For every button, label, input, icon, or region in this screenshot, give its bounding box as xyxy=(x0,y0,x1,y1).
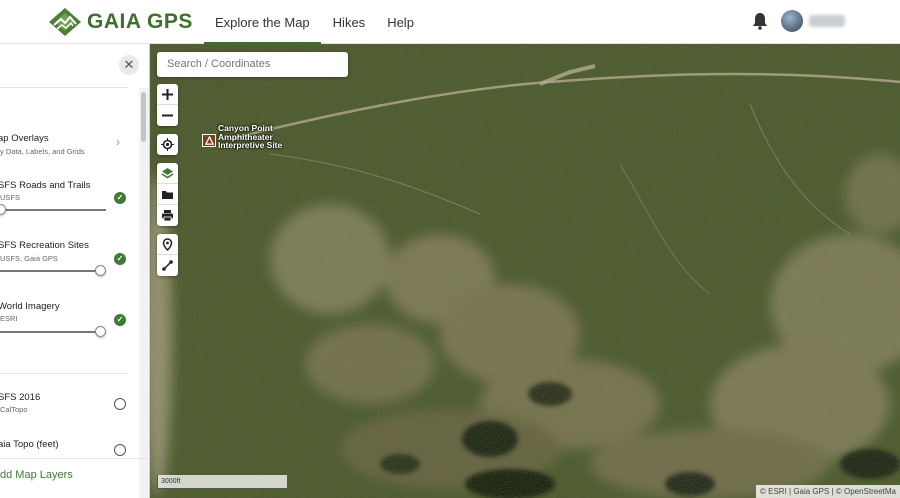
layer-usfs-2016[interactable]: SFS 2016 CalTopo xyxy=(0,392,130,418)
opacity-slider-knob[interactable] xyxy=(0,204,6,215)
mountain-logo-icon xyxy=(49,8,81,36)
close-icon[interactable]: ✕ xyxy=(119,55,139,75)
opacity-slider[interactable] xyxy=(0,209,106,211)
layer-name: aia Topo (feet) xyxy=(0,439,59,450)
chevron-right-icon: › xyxy=(116,135,120,149)
username-blurred[interactable] xyxy=(809,15,845,27)
sidebar-scrollbar-thumb[interactable] xyxy=(141,92,146,142)
nav-hikes[interactable]: Hikes xyxy=(322,0,377,44)
radio-button[interactable] xyxy=(114,398,126,410)
route-icon[interactable] xyxy=(157,255,178,276)
campsite-icon xyxy=(202,134,216,147)
overlays-label: ap Overlays xyxy=(0,133,49,144)
layer-name: SFS Roads and Trails xyxy=(0,180,91,191)
map-tools xyxy=(157,163,178,226)
check-icon[interactable]: ✓ xyxy=(114,192,126,204)
waypoint-icon[interactable] xyxy=(157,234,178,255)
locate-icon[interactable] xyxy=(157,134,178,155)
layers-icon[interactable] xyxy=(157,163,178,184)
zoom-controls xyxy=(157,84,178,126)
layer-source: USFS xyxy=(0,193,21,202)
layer-source: ESRI xyxy=(0,314,18,323)
divider xyxy=(0,373,128,374)
map-view[interactable]: Canyon Point Amphitheater Interpretive S… xyxy=(150,44,900,498)
scale-bar: 3000ft xyxy=(157,475,288,489)
divider xyxy=(0,87,128,88)
locate-control xyxy=(157,134,178,155)
radio-button[interactable] xyxy=(114,444,126,456)
create-tools xyxy=(157,234,178,276)
search-input[interactable] xyxy=(157,52,348,77)
divider xyxy=(0,458,149,459)
overlays-sub: y Data, Labels, and Grids xyxy=(0,147,85,156)
nav-help[interactable]: Help xyxy=(376,0,425,44)
layer-world-imagery[interactable]: World Imagery ESRI ✓ xyxy=(0,301,130,341)
bell-icon[interactable] xyxy=(752,12,768,30)
layer-usfs-recreation[interactable]: SFS Recreation Sites USFS, Gaia GPS ✓ xyxy=(0,240,130,280)
map-attribution[interactable]: © ESRI | Gaia GPS | © OpenStreetMa xyxy=(756,485,900,498)
top-header: GAIA GPS Explore the Map Hikes Help xyxy=(0,0,900,45)
opacity-slider[interactable] xyxy=(0,270,106,272)
opacity-slider-knob[interactable] xyxy=(95,326,106,337)
layer-usfs-roads[interactable]: SFS Roads and Trails USFS ✓ xyxy=(0,179,130,219)
layer-name: SFS Recreation Sites xyxy=(0,240,89,251)
check-icon[interactable]: ✓ xyxy=(114,314,126,326)
opacity-slider-knob[interactable] xyxy=(95,265,106,276)
user-avatar[interactable] xyxy=(781,10,803,32)
satellite-imagery[interactable] xyxy=(150,44,900,498)
layers-sidebar: rs ✕ ap Overlays y Data, Labels, and Gri… xyxy=(0,44,150,498)
main-nav: Explore the Map Hikes Help xyxy=(204,0,425,45)
print-icon[interactable] xyxy=(157,205,178,226)
folder-icon[interactable] xyxy=(157,184,178,205)
poi-label: Canyon Point Amphitheater Interpretive S… xyxy=(218,123,283,150)
opacity-slider[interactable] xyxy=(0,331,106,333)
zoom-in-icon[interactable] xyxy=(157,84,178,105)
sidebar-scrollbar[interactable] xyxy=(139,88,149,498)
layer-name: SFS 2016 xyxy=(0,392,41,403)
gaia-logo[interactable]: GAIA GPS xyxy=(48,7,193,37)
nav-explore-map[interactable]: Explore the Map xyxy=(204,0,321,45)
add-map-layers-link[interactable]: dd Map Layers xyxy=(0,469,73,481)
layer-gaia-topo[interactable]: aia Topo (feet) xyxy=(0,439,130,457)
layer-name: World Imagery xyxy=(0,301,60,312)
zoom-out-icon[interactable] xyxy=(157,105,178,126)
map-overlays-row[interactable]: ap Overlays y Data, Labels, and Grids › xyxy=(0,133,130,159)
poi-marker[interactable]: Canyon Point Amphitheater Interpretive S… xyxy=(202,124,288,150)
layer-source: CalTopo xyxy=(0,405,28,414)
layer-source: USFS, Gaia GPS xyxy=(0,254,58,263)
check-icon[interactable]: ✓ xyxy=(114,253,126,265)
brand-name: GAIA GPS xyxy=(87,10,193,33)
